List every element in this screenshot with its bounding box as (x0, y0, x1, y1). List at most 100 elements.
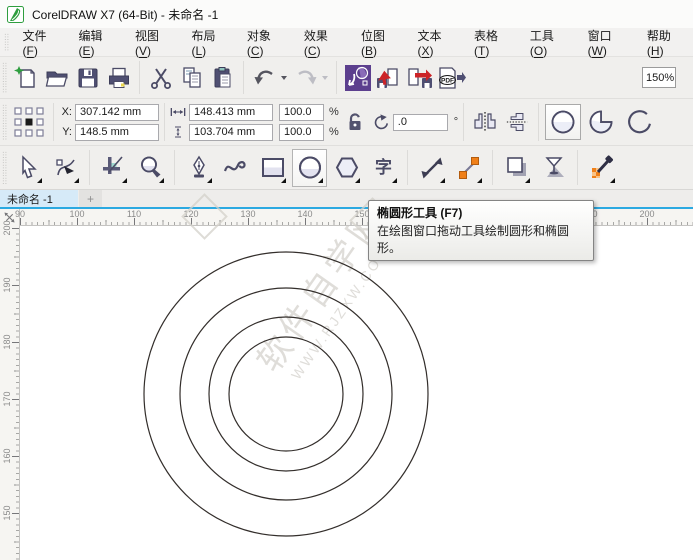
pick-tool[interactable] (11, 149, 46, 187)
text-tool-icon: 字 (375, 159, 392, 176)
coreldraw-window: CorelDRAW X7 (64-Bit) - 未命名 -1 文件(F)编辑(E… (0, 0, 693, 560)
transparency-tool[interactable] (536, 149, 571, 187)
new-document-button[interactable] (10, 62, 41, 94)
publish-to-pdf-button[interactable]: PDF (435, 62, 466, 94)
vruler-major-tick (12, 399, 19, 400)
copy-button[interactable] (176, 62, 207, 94)
menu-效果[interactable]: 效果(C) (295, 23, 348, 62)
workspace: 200190180170160150 软件自学网 WWW.RJZXW.COM (0, 226, 693, 560)
y-position-field[interactable]: 148.5 mm (75, 124, 159, 141)
menu-窗口[interactable]: 窗口(W) (579, 23, 634, 62)
ellipse-tool[interactable] (292, 149, 327, 187)
menu-文件[interactable]: 文件(F) (14, 23, 66, 62)
concentric-circles-drawing[interactable] (20, 226, 693, 560)
import-button[interactable] (373, 62, 404, 94)
document-tab-active[interactable]: 未命名 -1 (0, 190, 78, 207)
print-button[interactable] (103, 62, 134, 94)
new-document-tab-button[interactable]: + (79, 190, 102, 207)
connector-tool[interactable] (451, 149, 486, 187)
circle-object[interactable] (209, 317, 363, 471)
object-position-grid-icon (10, 106, 48, 138)
window-title: CorelDRAW X7 (64-Bit) - 未命名 -1 (32, 6, 218, 23)
rectangle-tool[interactable] (255, 149, 290, 187)
toolbar-grip[interactable] (2, 62, 7, 93)
propbar-separator (164, 103, 165, 141)
toolbox-separator (492, 150, 493, 185)
unlock-icon (346, 112, 364, 132)
circle-object[interactable] (180, 288, 392, 500)
menu-编辑[interactable]: 编辑(E) (69, 23, 122, 62)
drawing-canvas[interactable]: 软件自学网 WWW.RJZXW.COM (20, 226, 693, 560)
paste-button[interactable] (207, 62, 238, 94)
object-height-field[interactable]: 103.704 mm (189, 124, 273, 141)
application-launcher-button[interactable] (342, 62, 373, 94)
save-floppy-icon (75, 65, 101, 91)
undo-dropdown-arrow-icon[interactable] (281, 76, 287, 80)
toolbox: 字 (0, 146, 693, 190)
toolbox-grip[interactable] (2, 151, 7, 184)
text-tool[interactable]: 字 (366, 149, 401, 187)
circle-object[interactable] (229, 337, 343, 451)
redo-button[interactable] (290, 62, 321, 94)
copy-icon (179, 65, 205, 91)
svg-text:PDF: PDF (441, 77, 454, 84)
undo-icon (252, 65, 278, 91)
menubar-grip[interactable] (4, 33, 9, 51)
pen-tool[interactable] (181, 149, 216, 187)
hruler-major-tick (77, 218, 78, 225)
zoom-level-combo[interactable]: 150% (642, 67, 676, 88)
menu-视图[interactable]: 视图(V) (126, 23, 179, 62)
toolbox-separator (174, 150, 175, 185)
rotation-angle-field[interactable]: .0 (393, 114, 448, 131)
redo-dropdown-arrow-icon[interactable] (322, 76, 328, 80)
menu-布局[interactable]: 布局(L) (182, 23, 233, 62)
pie-mode-button[interactable] (583, 104, 619, 140)
propbar-separator (53, 103, 54, 141)
save-button[interactable] (72, 62, 103, 94)
scale-vertical-field[interactable]: 100.0 (279, 124, 324, 141)
menu-帮助[interactable]: 帮助(H) (638, 23, 691, 62)
zoom-tool[interactable] (133, 149, 168, 187)
application-launcher-icon (344, 64, 372, 92)
color-eyedropper-tool[interactable] (584, 149, 619, 187)
degree-label: ° (454, 116, 458, 128)
mirror-vertical-button[interactable] (501, 111, 533, 133)
circle-object[interactable] (144, 252, 428, 536)
freehand-tool[interactable] (218, 149, 253, 187)
export-button[interactable] (404, 62, 435, 94)
drop-shadow-tool[interactable] (499, 149, 534, 187)
propbar-separator (463, 103, 464, 141)
object-width-field[interactable]: 148.413 mm (189, 104, 273, 121)
ellipse-mode-button[interactable] (545, 104, 581, 140)
hruler-major-tick (134, 218, 135, 225)
vruler-major-tick (12, 456, 19, 457)
tooltip-description: 在绘图窗口拖动工具绘制圆形和椭圆形。 (369, 222, 593, 260)
undo-button[interactable] (249, 62, 280, 94)
cut-button[interactable] (145, 62, 176, 94)
menu-表格[interactable]: 表格(T) (465, 23, 517, 62)
menu-位图[interactable]: 位图(B) (352, 23, 405, 62)
arc-mode-button[interactable] (621, 104, 657, 140)
menu-对象[interactable]: 对象(C) (238, 23, 291, 62)
cut-scissors-icon (148, 65, 174, 91)
x-position-field[interactable]: 307.142 mm (75, 104, 159, 121)
menu-文本[interactable]: 文本(X) (408, 23, 461, 62)
dimension-tool[interactable] (414, 149, 449, 187)
vertical-ruler[interactable]: 200190180170160150 (0, 226, 20, 560)
crop-tool[interactable] (96, 149, 131, 187)
propbar-grip[interactable] (2, 104, 7, 140)
standard-toolbar: PDF 150% (0, 57, 693, 99)
mirror-horizontal-button[interactable] (469, 111, 501, 133)
polygon-tool[interactable] (329, 149, 364, 187)
scale-horizontal-field[interactable]: 100.0 (279, 104, 324, 121)
toolbox-separator (407, 150, 408, 185)
vruler-major-tick (12, 342, 19, 343)
lock-ratio-button[interactable] (339, 112, 371, 132)
open-button[interactable] (41, 62, 72, 94)
menu-工具[interactable]: 工具(O) (521, 23, 575, 62)
transparency-tool-icon (541, 155, 567, 181)
paste-clipboard-icon (210, 65, 236, 91)
shape-tool[interactable] (48, 149, 83, 187)
percent-label: % (329, 126, 339, 138)
open-folder-icon (44, 65, 70, 91)
